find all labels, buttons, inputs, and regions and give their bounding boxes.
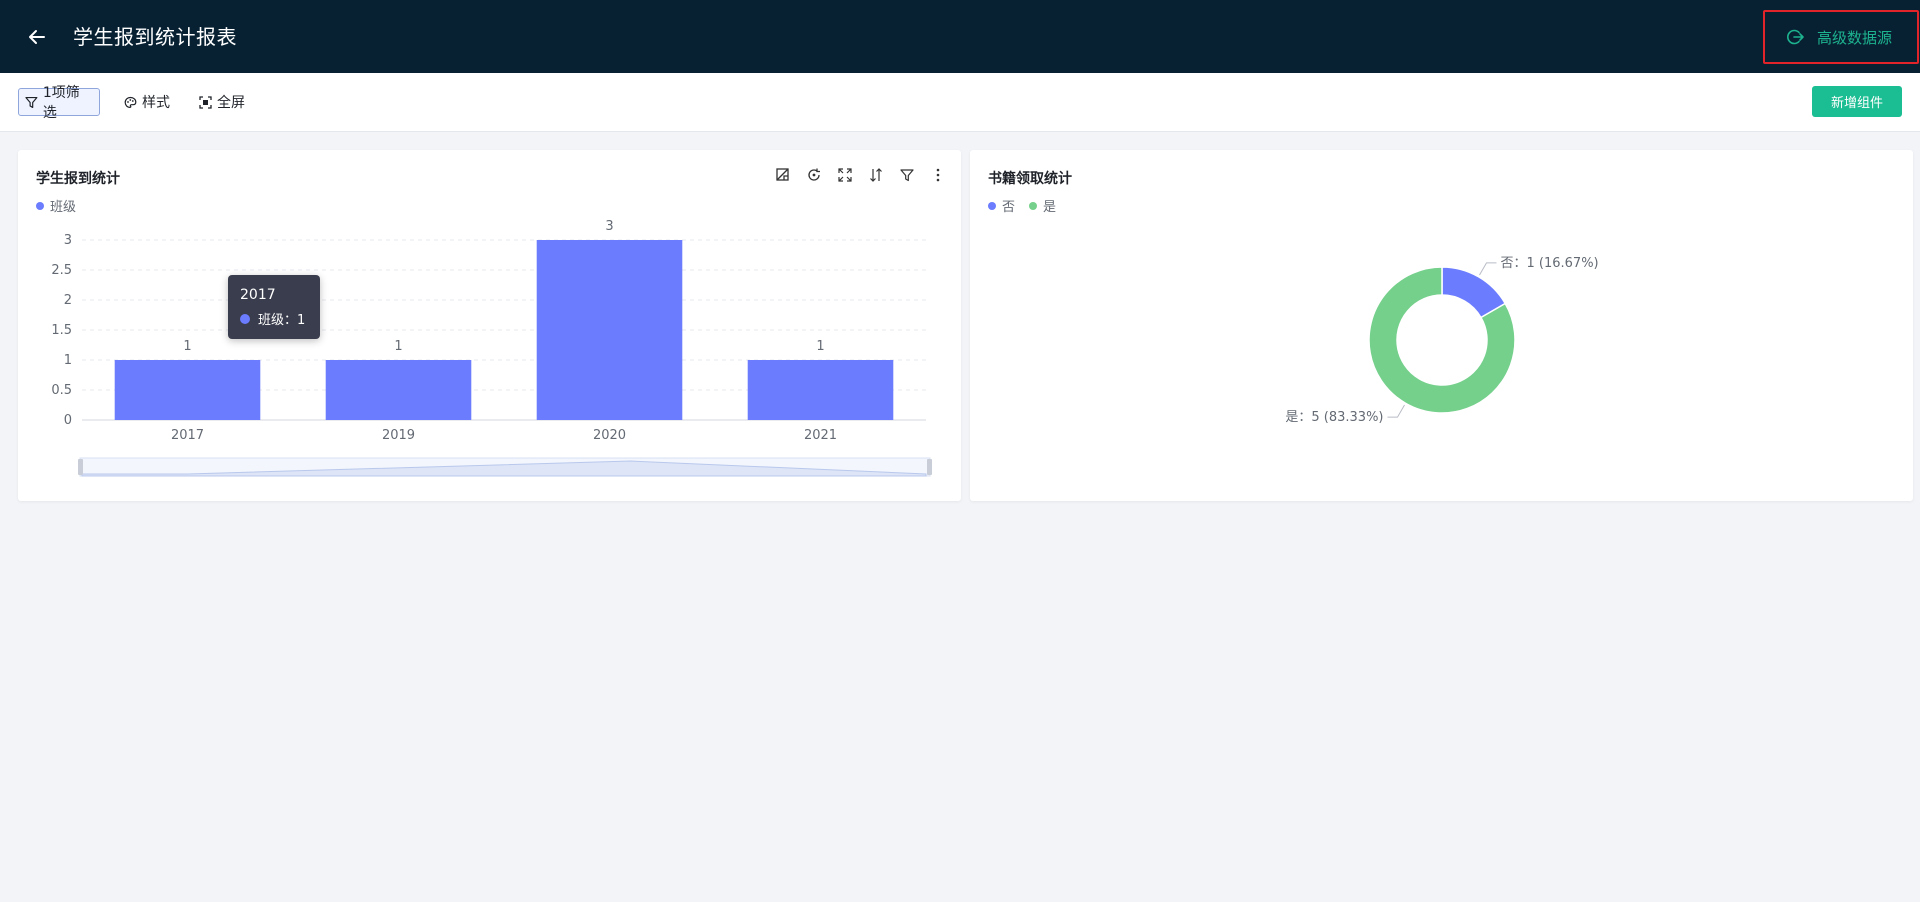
tooltip-dot	[240, 313, 250, 324]
tooltip-value: 班级：1	[258, 313, 306, 328]
zoom-handle-left[interactable]	[78, 459, 83, 475]
pie-data-label: 否：1 (16.67%)	[1501, 256, 1599, 271]
bar-chart: 0 0.5 1 1.5 2 2.5 3 1 2017 1 2019 3 2020 1 2021	[51, 219, 932, 477]
logout-icon	[1787, 29, 1804, 45]
pie-label-line	[1387, 404, 1405, 418]
bar	[536, 240, 683, 420]
filter-button[interactable]: 1项筛选	[18, 85, 100, 121]
fullscreen-label: 全屏	[217, 95, 245, 111]
fullscreen-button[interactable]: 全屏	[193, 88, 251, 116]
tooltip-row: 班级：1	[240, 309, 320, 328]
y-tick-label: 3	[64, 233, 72, 248]
y-tick-label: 0.5	[51, 383, 72, 398]
advanced-data-source-label: 高级数据源	[1817, 28, 1893, 47]
book-collection-card: 书籍领取统计 否 是 否：1 (16.67%) 是：5 (83.33%)	[970, 150, 1913, 501]
filter-icon	[25, 96, 38, 108]
bar-data-label: 1	[183, 339, 191, 354]
y-tick-label: 1.5	[51, 323, 72, 338]
top-bar: 学生报到统计报表 高级数据源	[0, 0, 1920, 73]
chart-tooltip: 2017 班级：1	[228, 275, 320, 339]
bar	[747, 360, 894, 420]
x-tick-label: 2019	[382, 428, 415, 443]
style-label: 样式	[142, 95, 170, 111]
dashboard-toolbar: 1项筛选 样式 全屏 新增组件	[0, 73, 1920, 132]
pie-data-label: 是：5 (83.33%)	[1285, 410, 1383, 425]
back-arrow-icon[interactable]	[24, 24, 50, 50]
bar	[325, 360, 472, 420]
bar	[114, 360, 261, 420]
palette-icon	[124, 96, 137, 108]
student-checkin-card: 学生报到统计 班级 0 0.5 1 1.5 2 2.5 3 1 2017 1 2019 3 2020 1 2…	[18, 150, 961, 501]
tooltip-title: 2017	[240, 287, 276, 303]
zoom-handle-right[interactable]	[927, 459, 932, 475]
y-tick-label: 2.5	[51, 263, 72, 278]
filter-label: 1项筛选	[42, 85, 80, 121]
page-title: 学生报到统计报表	[73, 25, 237, 49]
donut-chart: 否：1 (16.67%) 是：5 (83.33%)	[1285, 256, 1599, 425]
fullscreen-icon	[199, 95, 212, 109]
pie-label-line	[1479, 262, 1497, 276]
y-tick-label: 2	[64, 293, 72, 308]
bar-data-label: 1	[816, 339, 824, 354]
bar-data-label: 3	[605, 219, 613, 234]
x-tick-label: 2017	[171, 428, 204, 443]
x-tick-label: 2020	[593, 428, 626, 443]
y-tick-label: 0	[64, 413, 72, 428]
add-widget-button[interactable]: 新增组件	[1812, 86, 1902, 117]
bar-data-label: 1	[394, 339, 402, 354]
x-tick-label: 2021	[804, 428, 837, 443]
style-button[interactable]: 样式	[118, 88, 176, 116]
advanced-data-source-button[interactable]: 高级数据源	[1763, 10, 1919, 64]
y-tick-label: 1	[64, 353, 72, 368]
